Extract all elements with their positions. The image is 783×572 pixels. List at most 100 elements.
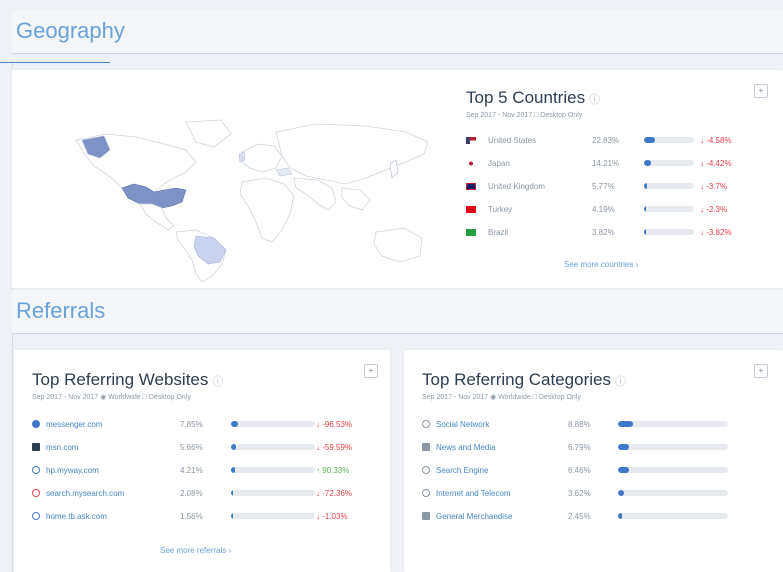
referring-websites-subtitle: Sep 2017 - Nov 2017 ◉ Worldwide □ Deskto… [32,394,191,401]
news-media-icon [422,443,430,451]
expand-icon[interactable]: + [754,84,768,98]
see-more-referrals-link[interactable]: See more referrals › [160,546,231,555]
website-row-change: ↑ 90.33% [316,466,350,475]
category-row-name[interactable]: Search Engine [436,466,488,475]
category-row-name[interactable]: News and Media [436,443,496,452]
country-row-share-bar [644,160,694,166]
website-row-change: ↓ -96.53% [316,420,353,429]
website-row-share-fill [231,421,238,427]
australia-region[interactable] [373,227,423,263]
website-row-name[interactable]: search.mysearch.com [46,489,124,498]
greenland-region[interactable] [185,119,232,148]
country-row-share-bar [644,206,694,212]
country-row-percent: 4.19% [592,205,615,214]
website-row-share-bar [231,467,315,473]
website-row-name[interactable]: hp.myway.com [46,466,99,475]
info-icon[interactable]: ⓘ [615,376,626,388]
website-row-share-fill [231,444,236,450]
category-row[interactable]: News and Media [422,440,496,454]
website-row-percent: 5.66% [180,443,203,452]
geography-card: Top 5 Countries ⓘ Sep 2017 - Nov 2017 □ D… [12,70,783,288]
category-row-share-bar [618,444,728,450]
category-row-share-bar [618,421,728,427]
country-row-change: ↓ -3.82% [700,228,732,237]
category-row-percent: 3.62% [568,489,591,498]
europe-region[interactable] [241,143,283,173]
us-flag [466,136,476,144]
category-row[interactable]: General Merchandise [422,509,512,523]
website-row-name[interactable]: msn.com [46,443,78,452]
country-row[interactable]: United Kingdom [466,179,545,193]
country-row-percent: 14.21% [592,159,620,168]
website-row[interactable]: messenger.com [32,417,102,431]
see-more-countries-link[interactable]: See more countries › [564,260,638,269]
section-accent-line [0,62,110,63]
website-row-percent: 7.85% [180,420,203,429]
world-map[interactable] [36,92,456,282]
referrals-section-header: Referrals [12,290,783,334]
website-row[interactable]: msn.com [32,440,78,454]
messenger-icon [32,420,40,428]
website-row-share-bar [231,444,315,450]
country-row[interactable]: Brazil [466,225,508,239]
category-row-share-fill [618,467,629,473]
country-row-change: ↓ -3.7% [700,182,728,191]
website-row-percent: 4.21% [180,466,203,475]
referring-categories-subtitle: Sep 2017 - Nov 2017 ◉ Worldwide □ Deskto… [422,394,581,401]
website-row[interactable]: hp.myway.com [32,463,99,477]
info-icon[interactable]: ⓘ [212,376,223,388]
category-row-percent: 6.46% [568,466,591,475]
website-row-change: ↓ -72.36% [316,489,353,498]
africa-region[interactable] [239,177,295,243]
brazil-flag [466,228,476,236]
category-row-share-fill [618,490,624,496]
info-icon[interactable]: ⓘ [589,94,600,106]
website-row-share-fill [231,490,233,496]
category-row[interactable]: Search Engine [422,463,488,477]
india-region[interactable] [293,177,337,211]
website-row-name[interactable]: messenger.com [46,420,102,429]
category-row-share-bar [618,467,728,473]
category-row[interactable]: Internet and Telecom [422,486,511,500]
mexico-region[interactable] [139,203,175,231]
country-row[interactable]: United States [466,133,536,147]
asia-region[interactable] [275,123,429,185]
msn-icon [32,443,40,451]
uk-region[interactable] [238,151,246,163]
social-network-icon [422,420,430,428]
country-row-percent: 22.83% [592,136,620,145]
country-row-name: Japan [488,158,510,168]
country-row-name: Turkey [488,204,513,214]
category-row[interactable]: Social Network [422,417,489,431]
country-row-share-fill [644,206,647,212]
category-row-percent: 8.88% [568,420,591,429]
expand-icon[interactable]: + [754,364,768,378]
website-row-share-bar [231,490,315,496]
country-row[interactable]: Japan [466,156,510,170]
category-row-name[interactable]: Internet and Telecom [436,489,511,498]
website-row-name[interactable]: home.tb.ask.com [46,512,107,521]
search-engine-icon [422,466,430,474]
country-row[interactable]: Turkey [466,202,512,216]
country-row-change: ↓ -4.58% [700,136,732,145]
turkey-region[interactable] [275,167,293,177]
southeast-asia-region[interactable] [341,187,371,211]
website-row[interactable]: search.mysearch.com [32,486,124,500]
referring-websites-title: Top Referring Websites ⓘ [32,370,223,390]
category-row-name[interactable]: Social Network [436,420,489,429]
merchandise-icon [422,512,430,520]
category-row-name[interactable]: General Merchandise [436,512,512,521]
category-row-share-fill [618,421,633,427]
country-row-percent: 3.82% [592,228,615,237]
website-row[interactable]: home.tb.ask.com [32,509,107,523]
country-row-name: Brazil [488,227,509,237]
country-row-share-bar [644,137,694,143]
country-row-share-fill [644,183,647,189]
expand-icon[interactable]: + [364,364,378,378]
website-row-change: ↓ -59.59% [316,443,353,452]
category-row-share-bar [618,513,728,519]
top-countries-title: Top 5 Countries ⓘ [466,88,600,108]
website-row-share-fill [231,467,235,473]
referrals-title: Referrals [16,298,106,323]
top-countries-subtitle: Sep 2017 - Nov 2017 □ Desktop Only [466,112,583,119]
